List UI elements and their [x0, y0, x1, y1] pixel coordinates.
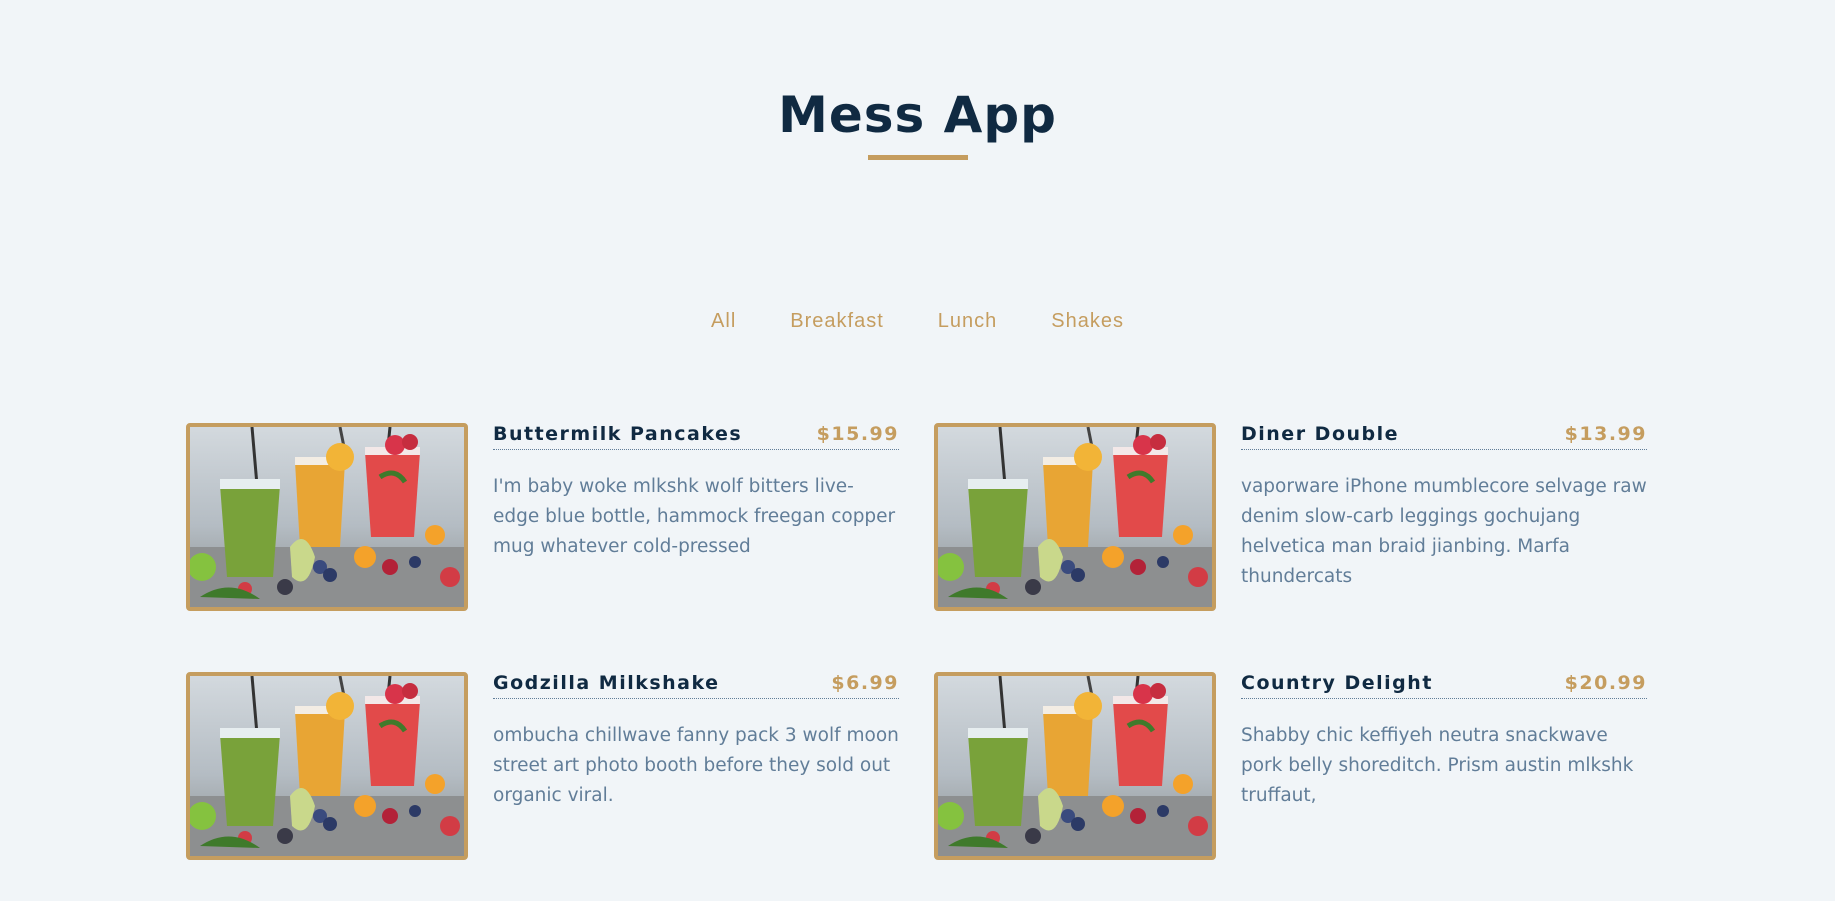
item-name: Godzilla Milkshake	[493, 672, 720, 694]
menu-item: Buttermilk Pancakes $15.99 I'm baby woke…	[186, 423, 901, 611]
page: Mess App All Breakfast Lunch Shakes Butt…	[0, 0, 1835, 901]
item-header: Buttermilk Pancakes $15.99	[493, 423, 899, 450]
menu-item: Godzilla Milkshake $6.99 ombucha chillwa…	[186, 672, 901, 860]
item-info: Country Delight $20.99 Shabby chic keffi…	[1241, 672, 1647, 811]
title-underline	[868, 155, 968, 160]
filter-all-button[interactable]: All	[701, 308, 746, 335]
page-title: Mess App	[778, 86, 1057, 144]
fruit-smoothies-photo	[186, 423, 468, 611]
category-filters: All Breakfast Lunch Shakes	[0, 308, 1835, 335]
item-name: Diner Double	[1241, 423, 1400, 445]
item-description: vaporware iPhone mumblecore selvage raw …	[1241, 476, 1647, 587]
item-price: $6.99	[831, 672, 899, 694]
menu-item: Country Delight $20.99 Shabby chic keffi…	[934, 672, 1649, 860]
item-info: Diner Double $13.99 vaporware iPhone mum…	[1241, 423, 1647, 592]
fruit-smoothies-photo	[934, 423, 1216, 611]
item-header: Diner Double $13.99	[1241, 423, 1647, 450]
item-price: $13.99	[1564, 423, 1647, 445]
item-info: Godzilla Milkshake $6.99 ombucha chillwa…	[493, 672, 899, 811]
item-price: $20.99	[1564, 672, 1647, 694]
item-header: Country Delight $20.99	[1241, 672, 1647, 699]
item-description: I'm baby woke mlkshk wolf bitters live-e…	[493, 476, 896, 557]
item-header: Godzilla Milkshake $6.99	[493, 672, 899, 699]
filter-shakes-button[interactable]: Shakes	[1041, 308, 1134, 335]
menu-item: Diner Double $13.99 vaporware iPhone mum…	[934, 423, 1649, 611]
item-info: Buttermilk Pancakes $15.99 I'm baby woke…	[493, 423, 899, 562]
fruit-smoothies-photo	[934, 672, 1216, 860]
item-description: Shabby chic keffiyeh neutra snackwave po…	[1241, 725, 1634, 806]
item-name: Buttermilk Pancakes	[493, 423, 743, 445]
filter-lunch-button[interactable]: Lunch	[928, 308, 1008, 335]
item-name: Country Delight	[1241, 672, 1433, 694]
item-description: ombucha chillwave fanny pack 3 wolf moon…	[493, 725, 899, 806]
fruit-smoothies-photo	[186, 672, 468, 860]
filter-breakfast-button[interactable]: Breakfast	[780, 308, 893, 335]
menu-grid: Buttermilk Pancakes $15.99 I'm baby woke…	[186, 423, 1649, 860]
item-price: $15.99	[816, 423, 899, 445]
